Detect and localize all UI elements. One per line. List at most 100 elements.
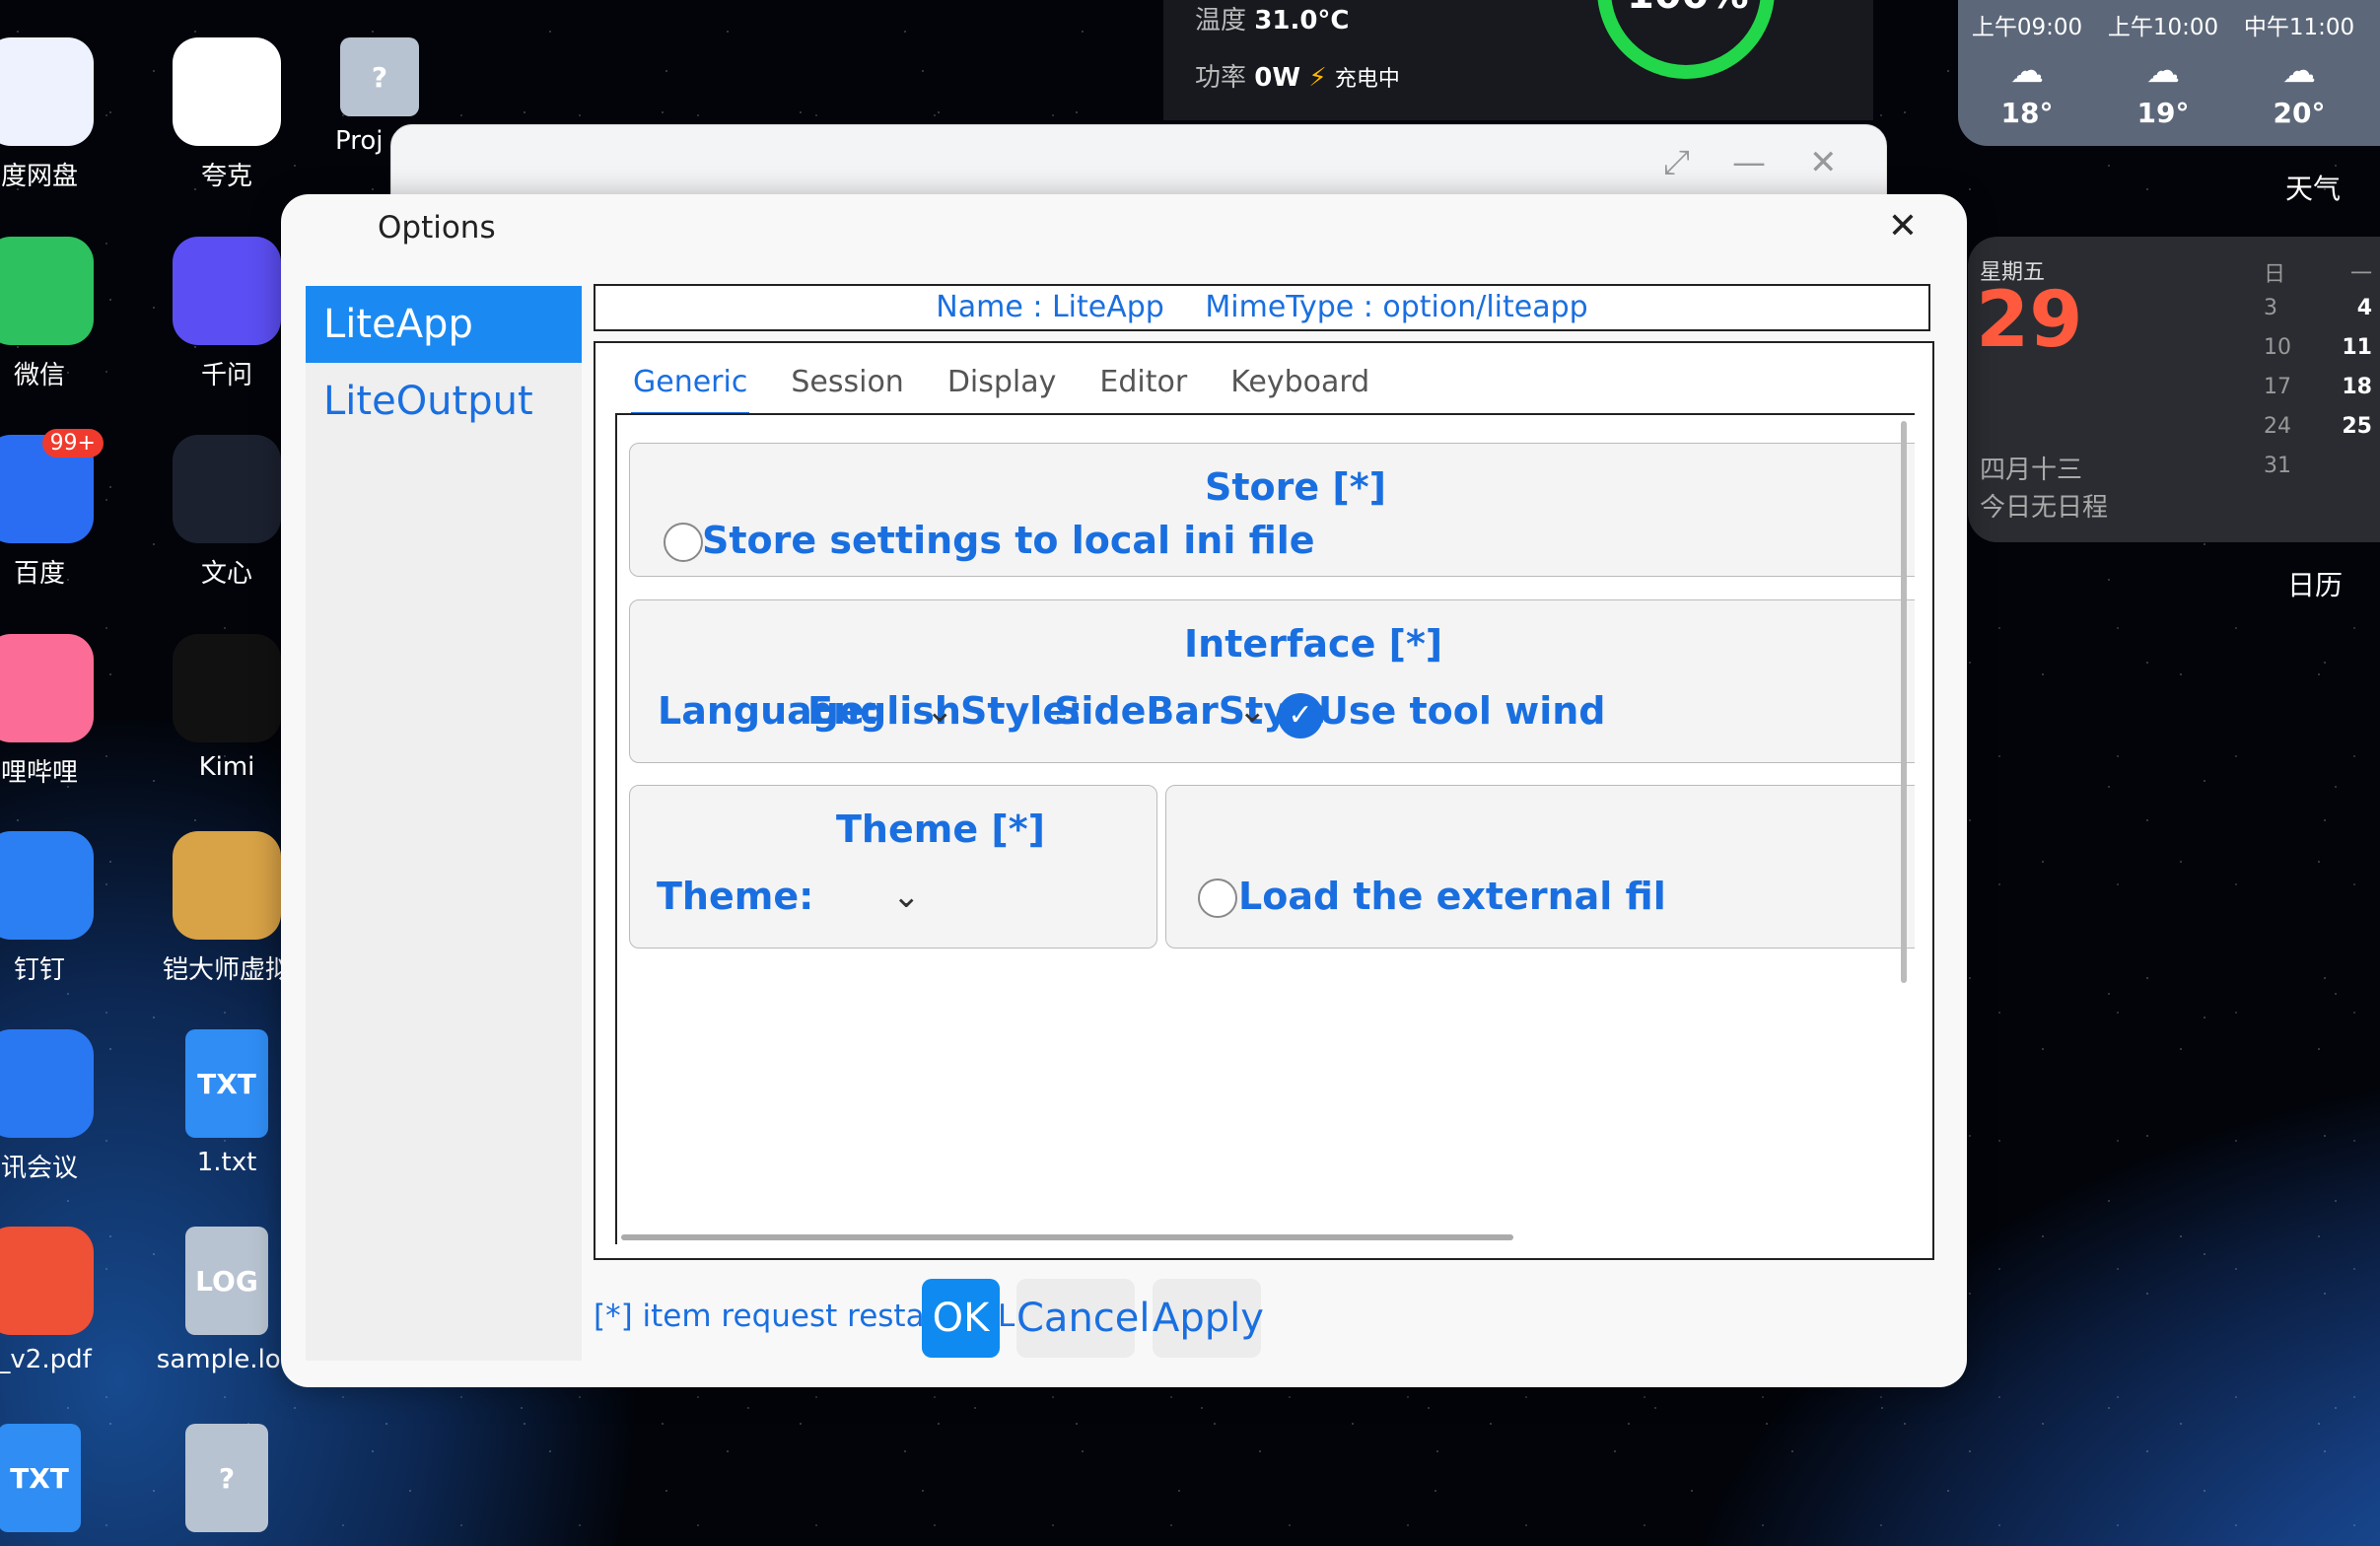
calendar-grid: 日一 3 4 10 11 17 18 24 25 31: [2264, 256, 2372, 493]
desktop-icon[interactable]: TXT: [0, 1424, 133, 1542]
calendar-date: 31: [2264, 454, 2291, 478]
weather-hour: 上午09:00 ☁ 18°: [1958, 8, 2096, 129]
store-group-title: Store [*]: [1205, 465, 1386, 509]
desktop-icon[interactable]: 度网盘: [0, 37, 133, 192]
power-value: 0W: [1254, 63, 1301, 93]
dingtalk-icon: [0, 831, 94, 940]
calendar-header-row: 日一: [2264, 256, 2372, 296]
kimi-icon: [173, 634, 281, 742]
minimize-icon[interactable]: —: [1732, 143, 1766, 182]
calendar-lunar: 四月十三 今日无日程: [1980, 452, 2108, 527]
netdisk-icon: [0, 37, 94, 146]
tencent-meeting-icon: [0, 1029, 94, 1138]
calendar-weekday-header: 日: [2264, 262, 2286, 287]
desktop-icon[interactable]: 微信: [0, 237, 133, 391]
calendar-widget[interactable]: 星期五 29 四月十三 今日无日程 日一 3 4 10 11 17 18 24 25 31: [1968, 237, 2380, 542]
calendar-row: 17 18: [2264, 375, 2372, 414]
desktop-icon[interactable]: ?: [133, 1424, 320, 1542]
weather-hour: 中午11:00 ☁ 20°: [2230, 8, 2368, 129]
nav-item-liteoutput[interactable]: LiteOutput: [306, 363, 582, 440]
calendar-date: 25: [2342, 414, 2372, 439]
chevron-down-icon[interactable]: ⌄: [892, 877, 921, 916]
store-ini-label: Store settings to local ini file: [702, 519, 1315, 562]
desktop-icon[interactable]: t_v2.pdf: [0, 1227, 133, 1374]
tab-editor[interactable]: Editor: [1097, 365, 1189, 412]
weather-label: 天气: [2285, 173, 2342, 205]
ok-button[interactable]: OK: [922, 1279, 1000, 1358]
close-icon[interactable]: ✕: [1809, 143, 1838, 182]
cancel-button[interactable]: Cancel: [1016, 1279, 1151, 1358]
log-file-icon: LOG: [185, 1227, 268, 1335]
desktop-icon-label: 钉钉: [13, 955, 65, 985]
calendar-weekday-header: 一: [2349, 262, 2372, 287]
options-nav: LiteApp LiteOutput: [306, 286, 582, 1361]
desktop-icon-label: t_v2.pdf: [0, 1345, 92, 1374]
schedule-status: 今日无日程: [1980, 493, 2109, 523]
tool-window-label: Use tool wind: [1318, 689, 1606, 733]
wenxin-icon: [173, 435, 281, 543]
lightning-icon: ⚡: [1308, 63, 1327, 93]
txt-file-icon: TXT: [185, 1029, 268, 1138]
desktop-icon-label: 哩哔哩: [0, 758, 78, 788]
external-file-radio[interactable]: [1198, 878, 1237, 918]
calendar-row: 10 11: [2264, 335, 2372, 375]
chevron-down-icon[interactable]: ⌄: [926, 691, 954, 731]
dialog-title: Options: [378, 210, 496, 246]
tab-keyboard[interactable]: Keyboard: [1228, 365, 1371, 412]
vertical-scrollbar[interactable]: [1901, 421, 1907, 983]
battery-percent: 100%: [1627, 0, 1749, 18]
calendar-date: 17: [2264, 375, 2291, 399]
calendar-date: 10: [2264, 335, 2291, 360]
unknown-file-icon: ?: [340, 37, 419, 116]
tab-session[interactable]: Session: [789, 365, 905, 412]
calendar-label: 日历: [2287, 569, 2344, 601]
apply-button[interactable]: Apply: [1153, 1279, 1264, 1358]
weather-hour: 上午10:00 ☁ 19°: [2094, 8, 2232, 129]
horizontal-scrollbar[interactable]: [621, 1234, 1513, 1240]
cloud-icon: ☁: [2010, 51, 2044, 91]
cloud-icon: ☁: [2146, 51, 2180, 91]
unknown-file-icon: ?: [185, 1424, 268, 1532]
desktop-icon-label: 讯会议: [0, 1154, 78, 1183]
notification-badge: 99+: [41, 429, 104, 457]
weather-temp: 20°: [2273, 97, 2326, 129]
nav-item-liteapp[interactable]: LiteApp: [306, 286, 582, 363]
temperature-row: 温度 31.0°C: [1195, 0, 1350, 36]
pdf-file-icon: [0, 1227, 94, 1335]
tab-display[interactable]: Display: [945, 365, 1059, 412]
desktop-icon[interactable]: 钉钉: [0, 831, 133, 986]
desktop-icon[interactable]: 夸克: [133, 37, 320, 192]
tab-bar: Generic Session Display Editor Keyboard: [631, 365, 1371, 416]
weather-temp: 19°: [2136, 97, 2190, 129]
options-dialog: Options ✕ LiteApp LiteOutput Name : Lite…: [281, 194, 1967, 1387]
tool-window-checkbox[interactable]: ✓: [1278, 693, 1323, 738]
dialog-close-icon[interactable]: ✕: [1888, 206, 1918, 246]
calendar-day: 29: [1976, 276, 2083, 365]
weather-temp: 18°: [2000, 97, 2054, 129]
info-bar: Name : LiteApp MimeType : option/liteapp: [594, 284, 1930, 331]
qianwen-icon: [173, 237, 281, 345]
desktop-icon-label: 度网盘: [0, 162, 78, 191]
store-ini-radio[interactable]: [664, 523, 703, 562]
restore-icon[interactable]: ⤢: [1663, 143, 1690, 182]
info-mimetype: MimeType : option/liteapp: [1205, 290, 1588, 324]
interface-group: Interface [*] Language: English ⌄ Style:…: [629, 599, 1915, 763]
info-name: Name : LiteApp: [936, 290, 1164, 324]
lunar-date: 四月十三: [1980, 456, 2083, 485]
battery-widget[interactable]: 温度 31.0°C 功率 0W ⚡ 充电中 100%: [1163, 0, 1873, 120]
calendar-row: 31: [2264, 454, 2372, 493]
chevron-down-icon[interactable]: ⌄: [1238, 691, 1267, 731]
tab-generic[interactable]: Generic: [631, 365, 750, 415]
temperature-label: 温度: [1195, 6, 1247, 35]
calendar-date: 18: [2342, 375, 2372, 399]
calendar-date: 24: [2264, 414, 2291, 439]
theme-group-title: Theme [*]: [836, 808, 1045, 851]
desktop-icon[interactable]: 99+ 百度: [0, 429, 133, 590]
weather-widget[interactable]: 上午09:00 ☁ 18° 上午10:00 ☁ 19° 中午11:00 ☁ 20…: [1958, 0, 2380, 146]
calendar-row: 24 25: [2264, 414, 2372, 454]
generic-content: Store [*] Store settings to local ini fi…: [615, 415, 1915, 1244]
desktop-icon[interactable]: 讯会议: [0, 1029, 133, 1184]
desktop-icon[interactable]: 哩哔哩: [0, 634, 133, 789]
interface-group-title: Interface [*]: [1184, 622, 1443, 666]
txt-file-icon: TXT: [0, 1424, 81, 1532]
